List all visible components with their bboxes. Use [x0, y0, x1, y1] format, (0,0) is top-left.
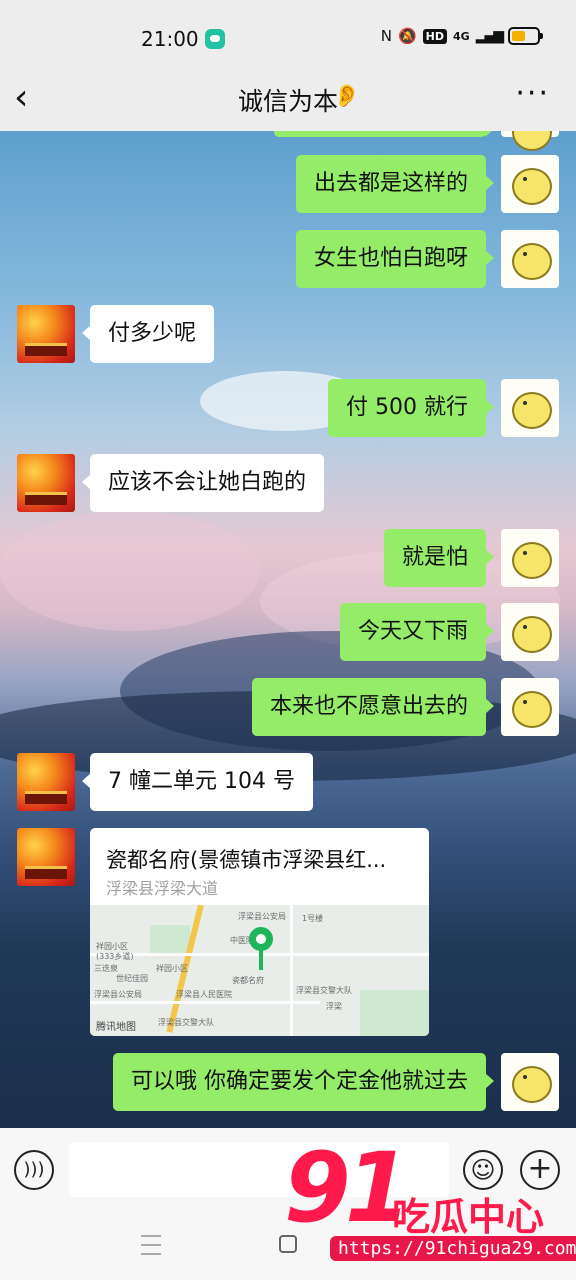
message-bubble[interactable]: 就是怕 — [383, 529, 495, 587]
nfc-icon: Ν — [380, 27, 392, 45]
voice-icon[interactable]: ))) — [14, 1150, 54, 1190]
message-row: 今天又下雨 — [0, 603, 576, 661]
message-bubble[interactable]: 可以哦 你确定要发个定金他就过去 — [113, 1053, 494, 1111]
location-address: 浮梁县浮梁大道 — [106, 879, 219, 898]
watermark-url: https://91chigua29.com — [330, 1236, 576, 1261]
avatar[interactable] — [501, 1053, 559, 1111]
watermark-logo: 91 — [284, 1132, 412, 1244]
map-label: 浮梁县公安局 — [94, 990, 142, 999]
avatar[interactable] — [17, 305, 75, 363]
ear-icon: 👂 — [333, 84, 361, 109]
message-bubble[interactable]: 应该不会让她白跑的 — [81, 454, 325, 512]
message-row: 应该不会让她白跑的 — [0, 454, 576, 512]
message-row: 出去都是这样的 — [0, 155, 576, 213]
chat-area[interactable]: 出去都是这样的 女生也怕白跑呀 付多少呢 付 500 就行 应该不会让她白跑的 … — [0, 131, 576, 1128]
message-bubble[interactable]: 7 幢二单元 104 号 — [82, 753, 313, 811]
location-card[interactable]: 瓷都名府(景德镇市浮梁县红... 浮梁县浮梁大道 浮梁县公安局 浮梁县交警大队 … — [90, 828, 429, 1036]
signal-icon: ▂▄▆ — [475, 28, 504, 44]
app-notification-icon — [205, 29, 225, 49]
avatar[interactable] — [501, 379, 559, 437]
location-pin-icon — [249, 927, 273, 970]
avatar[interactable] — [17, 753, 75, 811]
map-credit: 腾讯地图 — [96, 1022, 136, 1033]
message-bubble[interactable]: 今天又下雨 — [339, 603, 495, 661]
network-label: 4G — [453, 29, 470, 43]
status-bar: 21:00 Ν 🔕 HD 4G ▂▄▆ — [0, 0, 576, 74]
map-label: 瓷都名府 — [232, 976, 264, 985]
map-label: 三迭泉 — [94, 964, 118, 973]
battery-icon — [508, 27, 543, 45]
message-row: 付多少呢 — [0, 305, 576, 363]
message-row: 本来也不愿意出去的 — [0, 678, 576, 736]
avatar[interactable] — [501, 678, 559, 736]
map-label: 浮梁 — [326, 1002, 342, 1011]
menu-icon[interactable] — [141, 1235, 161, 1255]
chat-title: 诚信为本 — [237, 87, 338, 116]
message-row: 女生也怕白跑呀 — [0, 230, 576, 288]
message-row: 付 500 就行 — [0, 379, 576, 437]
hd-icon: HD — [422, 28, 447, 44]
message-bubble[interactable]: 付多少呢 — [81, 305, 215, 363]
map-park — [360, 990, 429, 1036]
map-label: 浮梁县公安局 — [238, 912, 286, 921]
map-road — [90, 1001, 320, 1004]
avatar[interactable] — [501, 529, 559, 587]
map-label: 祥园小区 — [156, 964, 188, 973]
location-title: 瓷都名府(景德镇市浮梁县红... — [106, 848, 387, 872]
status-time: 21:00 — [141, 27, 199, 51]
avatar[interactable] — [501, 603, 559, 661]
plus-icon[interactable]: + — [520, 1150, 560, 1190]
map-label: 浮梁县人民医院 — [176, 990, 232, 999]
avatar[interactable] — [501, 155, 559, 213]
map-park — [150, 925, 190, 955]
location-map[interactable]: 浮梁县公安局 浮梁县交警大队 祥园小区 (333乡道) 三迭泉 世纪佳园 浮梁县… — [90, 905, 429, 1036]
avatar[interactable] — [17, 454, 75, 512]
map-road — [290, 905, 293, 1036]
message-bubble[interactable]: 本来也不愿意出去的 — [251, 678, 495, 736]
map-label: 1号楼 — [302, 914, 324, 923]
more-icon[interactable]: ··· — [515, 76, 550, 111]
message-bubble-partial[interactable] — [274, 131, 494, 137]
mute-bell-icon: 🔕 — [397, 27, 417, 45]
message-row: 就是怕 — [0, 529, 576, 587]
status-icons: Ν 🔕 HD 4G ▂▄▆ — [380, 27, 543, 45]
watermark-name: 吃瓜中心 — [392, 1195, 545, 1239]
message-bubble[interactable]: 女生也怕白跑呀 — [295, 230, 495, 288]
battery-level — [512, 31, 525, 41]
message-bubble[interactable]: 付 500 就行 — [328, 379, 494, 437]
message-row: 7 幢二单元 104 号 — [0, 753, 576, 811]
map-label: 浮梁县交警大队 — [296, 986, 352, 995]
emoji-icon[interactable]: ☺ — [463, 1150, 503, 1190]
map-label: 世纪佳园 — [116, 974, 148, 983]
message-row: 可以哦 你确定要发个定金他就过去 — [0, 1053, 576, 1111]
avatar[interactable] — [501, 131, 559, 151]
chat-header: ‹ 诚信为本 👂 ··· — [0, 74, 576, 131]
message-bubble[interactable]: 出去都是这样的 — [295, 155, 495, 213]
avatar[interactable] — [17, 828, 75, 886]
map-label: (333乡道) — [96, 952, 134, 961]
map-label: 浮梁县交警大队 — [158, 1018, 214, 1027]
avatar[interactable] — [501, 230, 559, 288]
